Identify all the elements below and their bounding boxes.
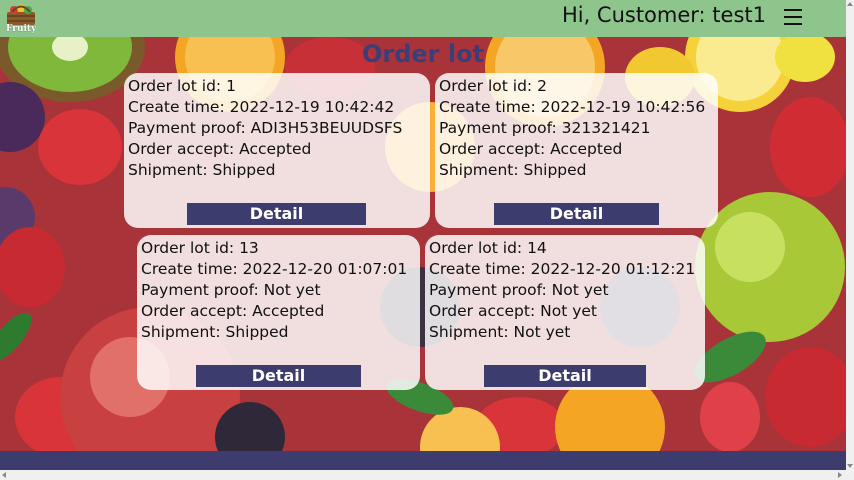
hamburger-menu-icon[interactable] [782, 7, 804, 27]
vertical-scrollbar[interactable] [846, 0, 854, 470]
logo-text: Fruity [6, 24, 37, 34]
order-lot-card: Order lot id: 1 Create time: 2022-12-19 … [124, 73, 430, 228]
page-title: Order lot [361, 40, 485, 68]
order-lot-id: Order lot id: 14 [429, 239, 547, 257]
order-lot-card: Order lot id: 14 Create time: 2022-12-20… [425, 235, 705, 390]
order-shipment-status: Shipment: Not yet [429, 323, 571, 341]
order-payment-proof: Payment proof: Not yet [141, 281, 321, 299]
scroll-up-arrow-icon[interactable] [847, 2, 853, 6]
order-create-time: Create time: 2022-12-19 10:42:42 [128, 98, 395, 116]
order-lot-id: Order lot id: 1 [128, 77, 236, 95]
order-accept-status: Order accept: Accepted [141, 302, 325, 320]
order-lot-id: Order lot id: 2 [439, 77, 547, 95]
order-create-time: Create time: 2022-12-19 10:42:56 [439, 98, 706, 116]
scroll-right-arrow-icon[interactable] [838, 472, 842, 478]
order-shipment-status: Shipment: Shipped [439, 161, 587, 179]
horizontal-scrollbar[interactable] [0, 470, 854, 480]
order-lot-id: Order lot id: 13 [141, 239, 259, 257]
order-payment-proof: Payment proof: ADI3H53BEUUDSFS [128, 119, 403, 137]
order-accept-status: Order accept: Not yet [429, 302, 597, 320]
scroll-left-arrow-icon[interactable] [2, 472, 6, 478]
fruit-basket-logo-icon[interactable]: Fruity [4, 1, 38, 36]
order-create-time: Create time: 2022-12-20 01:12:21 [429, 260, 696, 278]
detail-button[interactable]: Detail [494, 203, 659, 225]
order-lot-card: Order lot id: 2 Create time: 2022-12-19 … [435, 73, 718, 228]
order-shipment-status: Shipment: Shipped [141, 323, 289, 341]
customer-greeting: Hi, Customer: test1 [561, 3, 766, 27]
footer-bar [0, 451, 846, 470]
order-accept-status: Order accept: Accepted [128, 140, 312, 158]
order-create-time: Create time: 2022-12-20 01:07:01 [141, 260, 408, 278]
order-payment-proof: Payment proof: Not yet [429, 281, 609, 299]
top-header: Fruity Hi, Customer: test1 [0, 0, 846, 37]
scroll-down-arrow-icon[interactable] [847, 464, 853, 468]
order-accept-status: Order accept: Accepted [439, 140, 623, 158]
detail-button[interactable]: Detail [196, 365, 361, 387]
order-payment-proof: Payment proof: 321321421 [439, 119, 651, 137]
order-lot-card: Order lot id: 13 Create time: 2022-12-20… [137, 235, 420, 390]
detail-button[interactable]: Detail [187, 203, 366, 225]
order-shipment-status: Shipment: Shipped [128, 161, 276, 179]
detail-button[interactable]: Detail [484, 365, 646, 387]
